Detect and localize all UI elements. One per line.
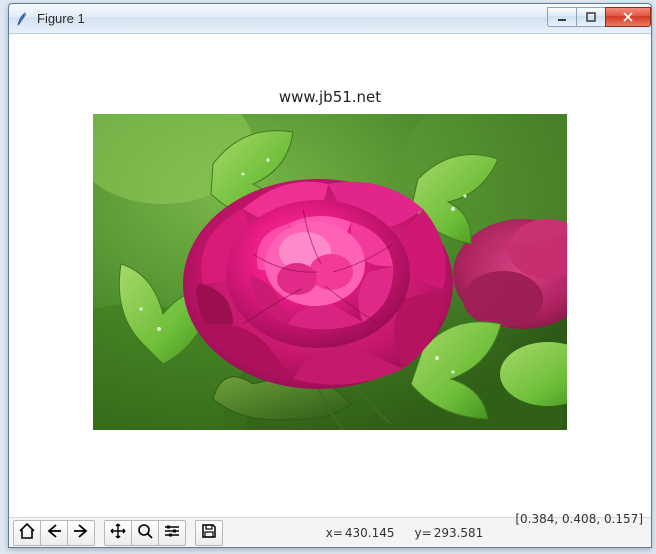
- back-button[interactable]: [40, 520, 68, 546]
- close-button[interactable]: [605, 7, 651, 27]
- status-y-label: y=: [415, 526, 432, 540]
- zoom-button[interactable]: [131, 520, 159, 546]
- sliders-icon: [164, 524, 180, 541]
- figure-client-area: www.jb51.net: [9, 34, 651, 547]
- status-rgb-value: [0.384, 0.408, 0.157]: [515, 512, 643, 526]
- move-icon: [110, 523, 126, 542]
- minimize-button[interactable]: [547, 7, 577, 27]
- save-button[interactable]: [195, 520, 223, 546]
- arrow-left-icon: [46, 524, 62, 541]
- window-buttons: [548, 7, 651, 27]
- save-icon: [201, 523, 217, 542]
- subplots-button[interactable]: [158, 520, 186, 546]
- forward-button[interactable]: [67, 520, 95, 546]
- status-x-label: x=: [326, 526, 343, 540]
- home-icon: [18, 523, 36, 542]
- home-button[interactable]: [13, 520, 41, 546]
- status-y-value: 293.581: [434, 526, 484, 540]
- pan-button[interactable]: [104, 520, 132, 546]
- maximize-button[interactable]: [576, 7, 606, 27]
- figure-canvas[interactable]: www.jb51.net: [9, 38, 651, 517]
- status-x-value: 430.145: [345, 526, 395, 540]
- window-title: Figure 1: [37, 11, 548, 26]
- nav-toolbar: x=430.145y=293.581 [0.384, 0.408, 0.157]: [9, 517, 651, 547]
- plot-title: www.jb51.net: [9, 88, 651, 106]
- tk-feather-icon: [15, 11, 31, 27]
- status-readout: x=430.145 y=293.581 [0.384, 0.408, 0.157]: [288, 512, 643, 554]
- arrow-right-icon: [73, 524, 89, 541]
- titlebar[interactable]: Figure 1: [9, 4, 651, 34]
- magnifier-icon: [137, 523, 153, 542]
- figure-window: Figure 1 www.jb51.net: [8, 3, 652, 548]
- axes-image: [93, 114, 567, 430]
